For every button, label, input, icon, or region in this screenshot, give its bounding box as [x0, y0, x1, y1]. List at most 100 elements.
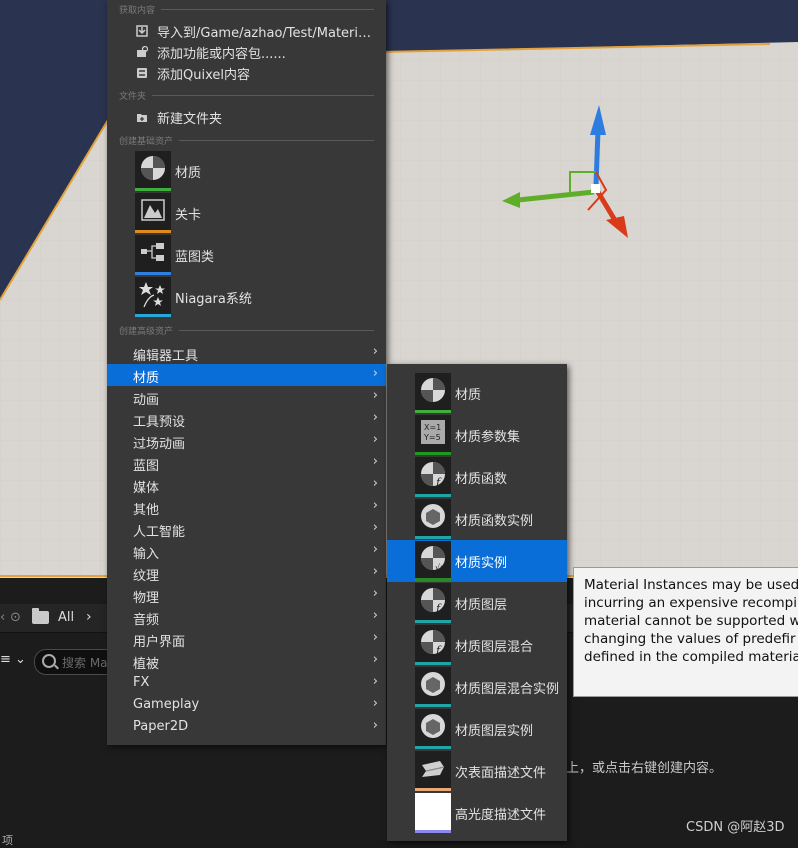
material-icon [135, 151, 171, 191]
submenu-item-material-layer-blend[interactable]: f 材质图层混合 [387, 624, 567, 666]
chevron-right-icon: › [372, 608, 378, 623]
category-fx[interactable]: FX › [107, 672, 386, 694]
chevron-right-icon: › [372, 674, 378, 689]
chevron-right-icon: › [372, 454, 378, 469]
submenu-item-material-function-instance[interactable]: 材质函数实例 [387, 498, 567, 540]
tooltip-line: defined in the compiled materia [584, 649, 798, 665]
category-input[interactable]: 输入 › [107, 540, 386, 562]
material-function-icon: f [415, 457, 451, 497]
category-animation[interactable]: 动画 › [107, 386, 386, 408]
chevron-right-icon[interactable]: › [86, 609, 92, 625]
chevron-right-icon: › [372, 542, 378, 557]
chevron-right-icon: › [372, 410, 378, 425]
tooltip-line: material cannot be supported w [584, 613, 798, 629]
svg-text:X=1: X=1 [424, 423, 441, 432]
chevron-right-icon: › [372, 586, 378, 601]
new-folder-menu-item[interactable]: 新建文件夹 [107, 106, 386, 128]
chevron-right-icon: › [372, 520, 378, 535]
material-parameter-collection-icon: X=1 Y=5 [415, 415, 451, 455]
basic-asset-material[interactable]: 材质 [135, 151, 201, 191]
submenu-item-material-layer[interactable]: f 材质图层 [387, 582, 567, 624]
category-editor-tools[interactable]: 编辑器工具 › [107, 342, 386, 364]
section-advanced-assets: 创建高级资产 [119, 324, 374, 337]
chevron-right-icon: › [372, 564, 378, 579]
folder-icon[interactable] [32, 608, 49, 624]
add-asset-context-menu: 获取内容 导入到/Game/azhao/Test/Material...... … [107, 0, 386, 745]
submenu-item-material-instance[interactable]: √x 材质实例 [387, 540, 567, 582]
chevron-right-icon: › [372, 366, 378, 381]
category-ai[interactable]: 人工智能 › [107, 518, 386, 540]
submenu-item-material-layer-blend-instance[interactable]: 材质图层混合实例 [387, 666, 567, 708]
category-media[interactable]: 媒体 › [107, 474, 386, 496]
svg-text:√x: √x [435, 563, 445, 572]
category-blueprint[interactable]: 蓝图 › [107, 452, 386, 474]
content-pack-icon [135, 45, 149, 59]
back-icon[interactable]: ‹ [0, 610, 5, 625]
specular-profile-icon [415, 793, 451, 833]
section-folder: 文件夹 [119, 89, 374, 102]
basic-asset-blueprint[interactable]: 蓝图类 [135, 235, 214, 275]
transform-gizmo[interactable] [498, 100, 638, 250]
filter-icon[interactable]: ≡ ⌄ [0, 652, 26, 667]
material-layer-blend-icon: f [415, 625, 451, 665]
chevron-right-icon: › [372, 696, 378, 711]
chevron-right-icon: › [372, 476, 378, 491]
material-instance-icon: √x [415, 541, 451, 581]
category-tool-presets[interactable]: 工具预设 › [107, 408, 386, 430]
submenu-item-subsurface-profile[interactable]: 次表面描述文件 [387, 750, 567, 792]
category-miscellaneous[interactable]: 其他 › [107, 496, 386, 518]
category-user-interface[interactable]: 用户界面 › [107, 628, 386, 650]
import-icon [135, 24, 149, 38]
category-paper2d[interactable]: Paper2D › [107, 716, 386, 738]
basic-asset-level[interactable]: 关卡 [135, 193, 201, 233]
chevron-right-icon: › [372, 652, 378, 667]
chevron-right-icon: › [372, 344, 378, 359]
chevron-right-icon: › [372, 630, 378, 645]
watermark: CSDN @阿赵3D [686, 820, 785, 835]
tooltip-line: incurring an expensive recompi [584, 595, 798, 611]
material-layer-icon: f [415, 583, 451, 623]
material-layer-instance-icon [415, 709, 451, 749]
item-count: 项 [2, 834, 13, 847]
submenu-item-specular-profile[interactable]: 高光度描述文件 [387, 792, 567, 834]
empty-folder-hint: 上，或点击右键创建内容。 [566, 761, 723, 776]
submenu-item-material-parameter-collection[interactable]: X=1 Y=5 材质参数集 [387, 414, 567, 456]
material-icon [415, 373, 451, 413]
add-feature-pack-menu-item[interactable]: 添加功能或内容包...... [107, 41, 386, 63]
section-get-content: 获取内容 [119, 3, 374, 16]
chevron-right-icon: › [372, 432, 378, 447]
category-physics[interactable]: 物理 › [107, 584, 386, 606]
material-submenu: 材质 X=1Y=5 材质参数集 f 材质函数 材质函数实例 √x 材质实例 f [387, 364, 567, 841]
material-layer-blend-instance-icon [415, 667, 451, 707]
material-instance-tooltip: Material Instances may be used incurring… [573, 567, 798, 697]
tooltip-line: Material Instances may be used [584, 577, 798, 593]
category-texture[interactable]: 纹理 › [107, 562, 386, 584]
category-audio[interactable]: 音频 › [107, 606, 386, 628]
level-icon [135, 193, 171, 233]
forward-icon[interactable]: ⊙ [10, 610, 21, 625]
chevron-right-icon: › [372, 498, 378, 513]
import-menu-item[interactable]: 导入到/Game/azhao/Test/Material...... [107, 20, 386, 42]
blueprint-icon [135, 235, 171, 275]
category-gameplay[interactable]: Gameplay › [107, 694, 386, 716]
chevron-right-icon: › [372, 388, 378, 403]
breadcrumb-all[interactable]: All [58, 610, 74, 625]
material-function-instance-icon [415, 499, 451, 539]
chevron-right-icon: › [372, 718, 378, 733]
subsurface-profile-icon [415, 751, 451, 791]
submenu-item-material-layer-instance[interactable]: 材质图层实例 [387, 708, 567, 750]
basic-asset-niagara[interactable]: Niagara系统 [135, 277, 252, 317]
category-material[interactable]: 材质 › [107, 364, 386, 386]
submenu-item-material-function[interactable]: f 材质函数 [387, 456, 567, 498]
category-foliage[interactable]: 植被 › [107, 650, 386, 672]
tooltip-line: changing the values of predefir [584, 631, 796, 647]
add-quixel-menu-item[interactable]: 添加Quixel内容 [107, 62, 386, 84]
quixel-icon [135, 66, 149, 80]
new-folder-icon [135, 110, 149, 124]
category-cinematics[interactable]: 过场动画 › [107, 430, 386, 452]
svg-text:Y=5: Y=5 [423, 433, 441, 442]
search-icon [42, 654, 56, 668]
search-placeholder: 搜索 Ma [62, 656, 108, 670]
submenu-item-material[interactable]: 材质 [387, 372, 567, 414]
section-basic-assets: 创建基础资产 [119, 134, 374, 147]
